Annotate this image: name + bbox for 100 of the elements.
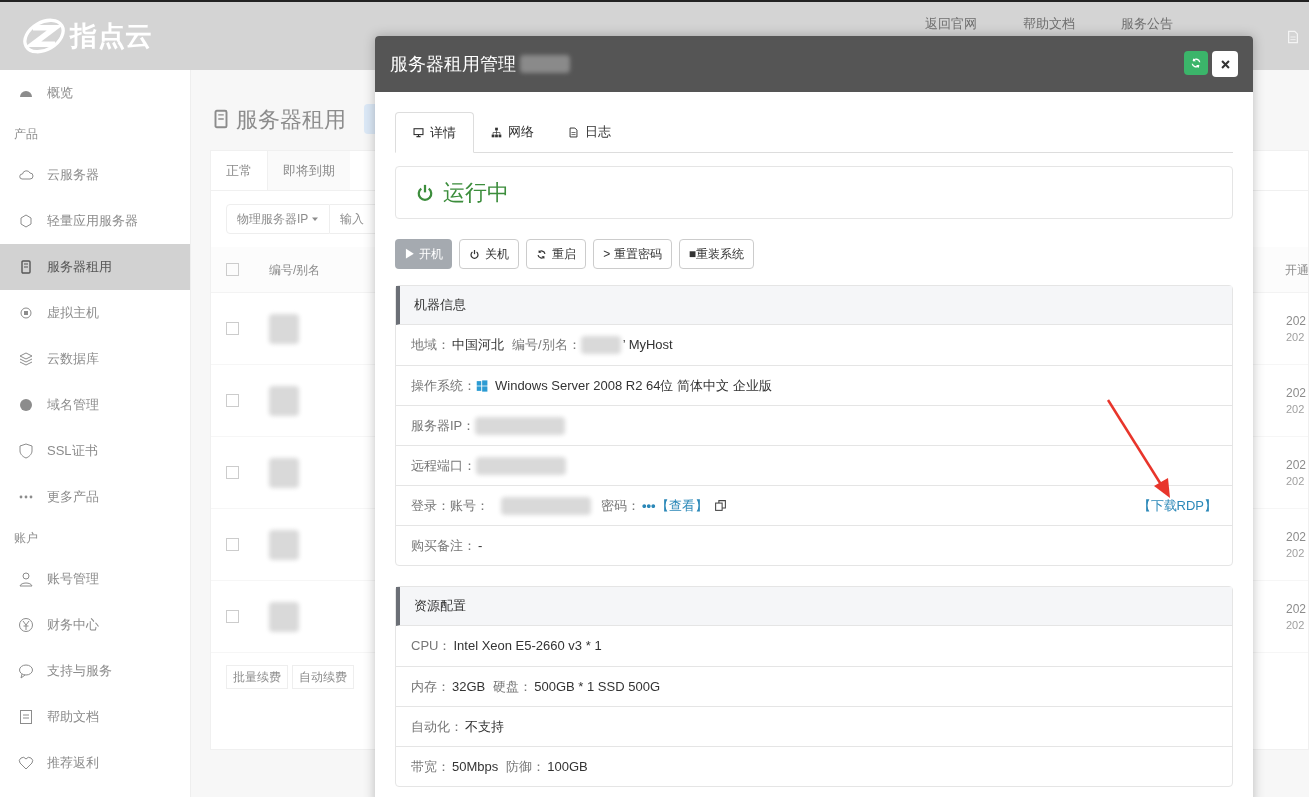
footer-button[interactable]: 自动续费 [292,665,354,689]
chat-icon [18,663,34,679]
modal-title: 服务器租用管理 [390,52,516,76]
checkbox[interactable] [226,322,239,335]
checkbox[interactable] [226,263,239,276]
field-value: - [478,536,483,555]
field-value: 50Mbps [452,757,499,776]
field-label: 登录： [411,496,450,515]
field-label: 硬盘： [493,677,533,696]
field-label: 地域： [411,336,450,355]
layers-icon [18,351,34,367]
yen-icon [18,617,34,633]
field-label: 远程端口： [411,456,476,475]
sidebar-item[interactable]: 域名管理 [0,382,190,428]
action-button[interactable]: > 重置密码 [593,239,672,269]
field-label: 服务器IP： [411,416,476,435]
password-mask: ••• [642,496,656,515]
sidebar-item[interactable]: 账号管理 [0,556,190,602]
field-value: Intel Xeon E5-2660 v3 * 1 [453,637,602,656]
sidebar-item[interactable]: 云数据库 [0,336,190,382]
status-text: 运行中 [443,179,509,207]
nav-link[interactable]: 帮助文档 [1023,14,1075,34]
sidebar-item[interactable]: SSL证书 [0,428,190,474]
field-value: 32GB [452,677,486,696]
cloud-icon [18,167,34,183]
action-button[interactable]: 关机 [459,239,520,269]
checkbox[interactable] [226,394,239,407]
date-text: 202 [1286,601,1307,617]
redaction-mark [269,385,299,416]
windows-icon [476,379,488,392]
field-label: 带宽： [411,757,450,776]
checkbox[interactable] [226,610,239,623]
tab[interactable]: 网络 [474,112,551,152]
date-text: 202 [1286,313,1307,329]
heart-icon [18,755,34,771]
field-value: Windows Server 2008 R2 64位 简体中文 企业版 [495,376,772,395]
redaction-mark [269,529,299,560]
field-label: 操作系统： [411,376,476,395]
sidebar-item[interactable]: 支持与服务 [0,648,190,694]
date-text: 202 [1286,385,1307,401]
user-icon [18,571,34,587]
field-value: ’ MyHost [622,336,673,355]
field-value: 500GB * 1 SSD 500G [534,677,660,696]
field-value: 100GB [547,757,588,776]
action-button[interactable]: ■重装系统 [678,239,754,269]
panel-title: 机器信息 [414,296,466,315]
checkbox[interactable] [226,538,239,551]
field-label: 购买备注： [411,536,476,555]
shield-icon [18,443,34,459]
server-icon [18,259,34,275]
sitemap-icon [491,126,502,138]
field-label: 内存： [411,677,450,696]
sidebar-item[interactable]: 云服务器 [0,152,190,198]
column-header: 编号/别名 [269,261,321,279]
sidebar-item[interactable]: 服务器租用 [0,244,190,290]
date-text: 202 [1286,457,1307,473]
cube-icon [18,213,34,229]
power-icon [469,248,481,260]
sidebar-item[interactable]: 帮助文档 [0,694,190,740]
date-text: 202 [1286,546,1306,561]
section-heading: 账户 [13,530,39,547]
date-text: 202 [1286,330,1306,345]
checkbox[interactable] [226,466,239,479]
panel-title: 资源配置 [414,597,466,616]
view-link[interactable]: 【查看】 [655,495,708,516]
section-heading: 产品 [13,126,39,143]
sidebar-item[interactable]: 虚拟主机 [0,290,190,336]
close-button[interactable] [1212,51,1238,77]
action-button[interactable]: 重启 [526,239,587,269]
document-icon [1286,30,1300,44]
close-icon [1219,58,1231,70]
document-icon [18,709,34,725]
copy-icon [713,499,727,512]
footer-button[interactable]: 批量续费 [226,665,288,689]
field-label: CPU： [411,637,452,656]
field-label: 防御： [506,757,546,776]
date-text: 202 [1286,529,1307,545]
monitor-icon [413,127,424,138]
sidebar-item[interactable]: 轻量应用服务器 [0,198,190,244]
nav-link[interactable]: 返回官网 [925,14,977,34]
tab[interactable]: 即将到期 [268,151,350,190]
tab[interactable]: 日志 [551,112,628,152]
disc-icon [18,305,34,321]
refresh-icon [536,248,548,260]
download-link[interactable]: 【下载RDP】 [1137,495,1217,516]
field-label: 账号： [450,496,489,515]
sidebar-item[interactable]: 概览 [0,70,190,116]
sidebar-item[interactable]: 财务中心 [0,602,190,648]
page-title: 服务器租用 [236,105,346,134]
nav-link[interactable]: 服务公告 [1121,14,1173,34]
field-label: 自动化： [411,717,463,736]
date-text: 202 [1286,618,1306,633]
sidebar-item[interactable]: 推荐返利 [0,740,190,786]
refresh-icon [1190,57,1202,69]
refresh-button[interactable] [1184,51,1208,75]
redaction-mark [269,457,299,488]
dropdown[interactable]: 物理服务器IP [226,204,331,234]
caret-icon [311,215,320,223]
sidebar-item[interactable]: 更多产品 [0,474,190,520]
tab[interactable]: 详情 [395,112,474,153]
